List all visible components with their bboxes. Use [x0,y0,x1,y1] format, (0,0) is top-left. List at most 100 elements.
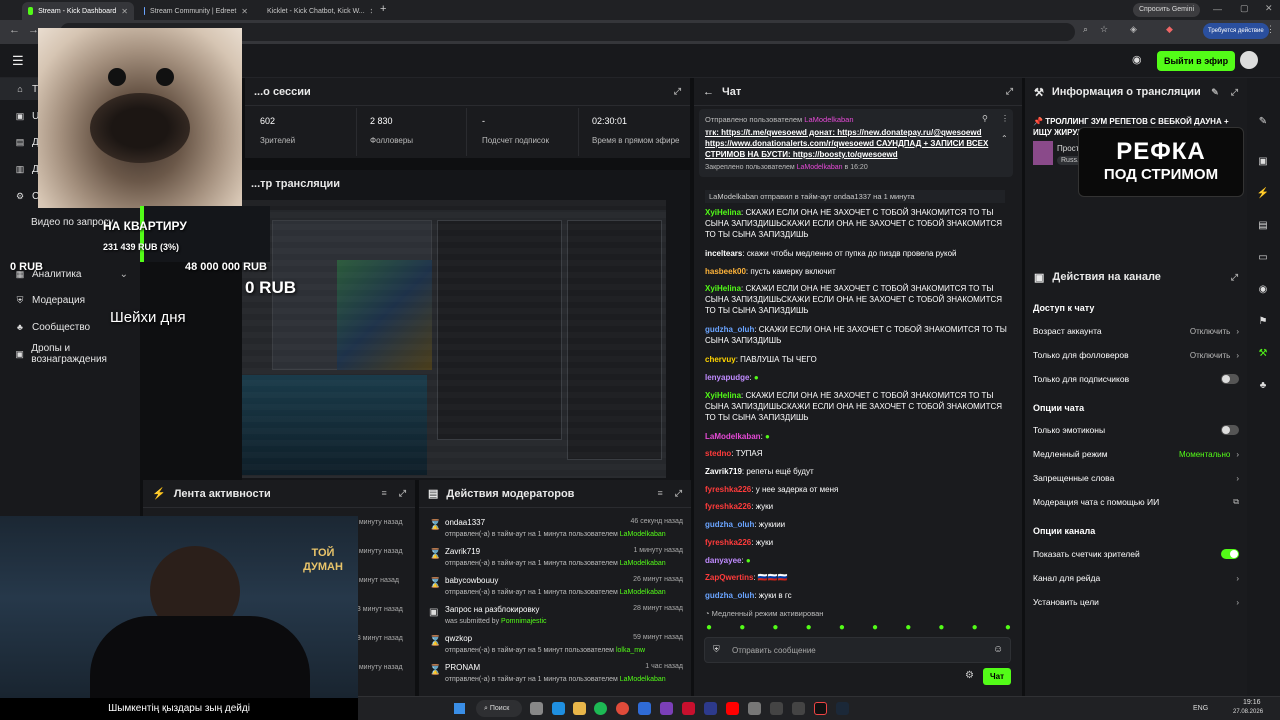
chat-send-button[interactable]: Чат [983,668,1011,685]
expand-icon[interactable]: ⤢ [674,86,681,97]
tab-kicklet[interactable]: Kicklet - Kick Chatbot, Kick W... ✕ [256,2,372,20]
app-icon[interactable] [660,702,673,715]
mod-action-row[interactable]: ⌛ qwzkop 59 минут назад отправлен(-а) в тай… [427,632,685,661]
mod-action-row[interactable]: ⌛ Zavrik719 1 минуту назад отправлен(-а) в … [427,545,685,574]
list-icon[interactable]: ▤ [1255,220,1271,236]
chat-arrow-icon[interactable]: ← [703,86,714,98]
avatar[interactable] [1240,51,1258,69]
setting-viewer-count[interactable]: Показать счетчик зрителей [1033,549,1239,559]
expand-icon[interactable]: ⤢ [1231,87,1238,98]
more-icon[interactable]: ⋮ [1001,113,1009,124]
setting-raid-channel[interactable]: Канал для рейда › [1033,573,1239,583]
close-tab-icon[interactable]: ✕ [370,7,372,16]
star-icon[interactable]: ☆ [1100,24,1108,35]
pencil-icon[interactable]: ✎ [1255,116,1271,132]
tab-kick-dashboard[interactable]: Stream - Kick Dashboard ✕ [22,2,134,20]
stream-icon[interactable]: ◉ [1255,284,1271,300]
emote-icon[interactable]: ● [806,622,812,634]
setting-followers-only[interactable]: Только для фолловеров Отключить › [1033,350,1239,360]
windows-start-icon[interactable] [454,703,465,714]
emote-bar[interactable]: ● ● ● ● ● ● ● ● ● ● [706,622,1011,634]
emote-icon[interactable]: ● [1005,622,1011,634]
setting-goals[interactable]: Установить цели › [1033,597,1239,607]
hamburger-menu-icon[interactable]: ☰ [12,53,24,69]
broadcast-icon[interactable]: ◉ [1132,53,1142,66]
setting-banned-words[interactable]: Запрещенные слова › [1033,473,1239,483]
nav-item-moderation[interactable]: ⛨ Модерация [0,289,140,311]
emote-icon[interactable]: ● [938,622,944,634]
setting-account-age[interactable]: Возраст аккаунта Отключить › [1033,326,1239,336]
extension-red-icon[interactable]: ◆ [1166,24,1173,35]
filter-icon[interactable]: ≡ [382,488,387,499]
maximize-icon[interactable]: ▢ [1240,3,1249,14]
expand-icon[interactable]: ⤢ [675,488,682,499]
emote-icon[interactable]: ● [772,622,778,634]
mod-action-row[interactable]: ⌛ ondaa1337 46 секунд назад отправлен(-а) в… [427,516,685,545]
steam-icon[interactable] [836,702,849,715]
explorer-icon[interactable] [573,702,586,715]
window-close-icon[interactable]: ✕ [1265,3,1273,14]
back-icon[interactable]: ← [9,24,20,36]
emote-icon[interactable]: ● [739,622,745,634]
media-icon[interactable]: ▣ [1255,156,1271,172]
setting-slow-mode[interactable]: Медленный режим Моментально › [1033,449,1239,459]
emote-icon[interactable]: ● [872,622,878,634]
setting-subscribers-only[interactable]: Только для подписчиков [1033,374,1239,384]
gear-icon[interactable]: ⚙ [965,670,974,681]
viewer-count-toggle[interactable] [1221,549,1239,559]
search-icon[interactable]: ⌕ [1083,24,1088,35]
setting-emotes-only[interactable]: Только эмотиконы [1033,425,1239,435]
filter-icon[interactable]: ≡ [658,488,663,499]
emoji-icon[interactable]: ☺ [993,644,1003,655]
nav-item-drops[interactable]: ▣ Дропы и вознаграждения [0,343,140,365]
obs-icon[interactable] [792,702,805,715]
app-icon[interactable] [704,702,717,715]
tiktok-icon[interactable] [814,702,827,715]
language-indicator[interactable]: ENG [1193,705,1208,712]
chat-icon[interactable]: ▭ [1255,252,1271,268]
mod-action-row[interactable]: ⌛ babycowbouuy 26 минут назад отправлен(-а)… [427,574,685,603]
emotes-only-toggle[interactable] [1221,425,1239,435]
close-tab-icon[interactable]: ✕ [121,7,128,16]
update-required-button[interactable]: Требуется действие [1203,23,1269,39]
emote-icon[interactable]: ● [839,622,845,634]
app-icon[interactable] [638,702,651,715]
bolt-icon[interactable]: ⚡ [1255,188,1271,204]
minimize-icon[interactable]: — [1213,4,1222,14]
mod-action-row[interactable]: ▣ Запрос на разблокировку 28 минут назад wa… [427,603,685,632]
gemini-button[interactable]: Спросить Gemini [1133,3,1201,17]
mod-action-row[interactable]: ⌛ PRONAM 1 час назад отправлен(-а) в тайм-а… [427,661,685,690]
chrome-icon[interactable] [616,702,629,715]
stream-preview-video[interactable] [242,200,666,478]
expand-icon[interactable]: ⤢ [1231,272,1238,283]
expand-icon[interactable]: ⤢ [399,488,406,499]
extensions-icon[interactable]: ◈ [1130,24,1137,35]
setting-ai-moderation[interactable]: Модерация чата с помощью ИИ ⧉ [1033,497,1239,507]
youtube-icon[interactable] [726,702,739,715]
emote-icon[interactable]: ● [706,622,712,634]
taskview-icon[interactable] [530,702,543,715]
subscribers-only-toggle[interactable] [1221,374,1239,384]
unpin-icon[interactable]: ⚲ [982,113,988,124]
wrench-icon[interactable]: ⚒ [1255,348,1271,364]
menu-dots-icon[interactable]: ⋮ [1266,24,1275,35]
edge-icon[interactable] [552,702,565,715]
emote-icon[interactable]: ● [905,622,911,634]
app-icon[interactable] [682,702,695,715]
community-icon[interactable]: ♣ [1255,380,1271,396]
emote-icon[interactable]: ● [972,622,978,634]
mod-icon[interactable]: ⚑ [1255,316,1271,332]
pinned-message[interactable]: Отправлено пользователем LaModelkaban тг… [699,109,1013,177]
spotify-icon[interactable] [594,702,607,715]
app-icon[interactable] [748,702,761,715]
taskbar-search[interactable]: ⌕ Поиск [476,700,522,717]
expand-icon[interactable]: ⤢ [1006,86,1013,97]
close-tab-icon[interactable]: ✕ [241,7,248,16]
new-tab-icon[interactable]: + [380,3,386,15]
chevron-up-icon[interactable]: ⌃ [1001,133,1008,144]
go-live-button[interactable]: Выйти в эфир [1157,51,1236,71]
chat-input[interactable]: ⛨ Отправить сообщение ☺ [704,637,1011,663]
app-icon[interactable] [770,702,783,715]
edit-icon[interactable]: ✎ [1211,87,1219,98]
tab-stream-community[interactable]: Stream Community | Edreet ✕ [138,2,254,20]
